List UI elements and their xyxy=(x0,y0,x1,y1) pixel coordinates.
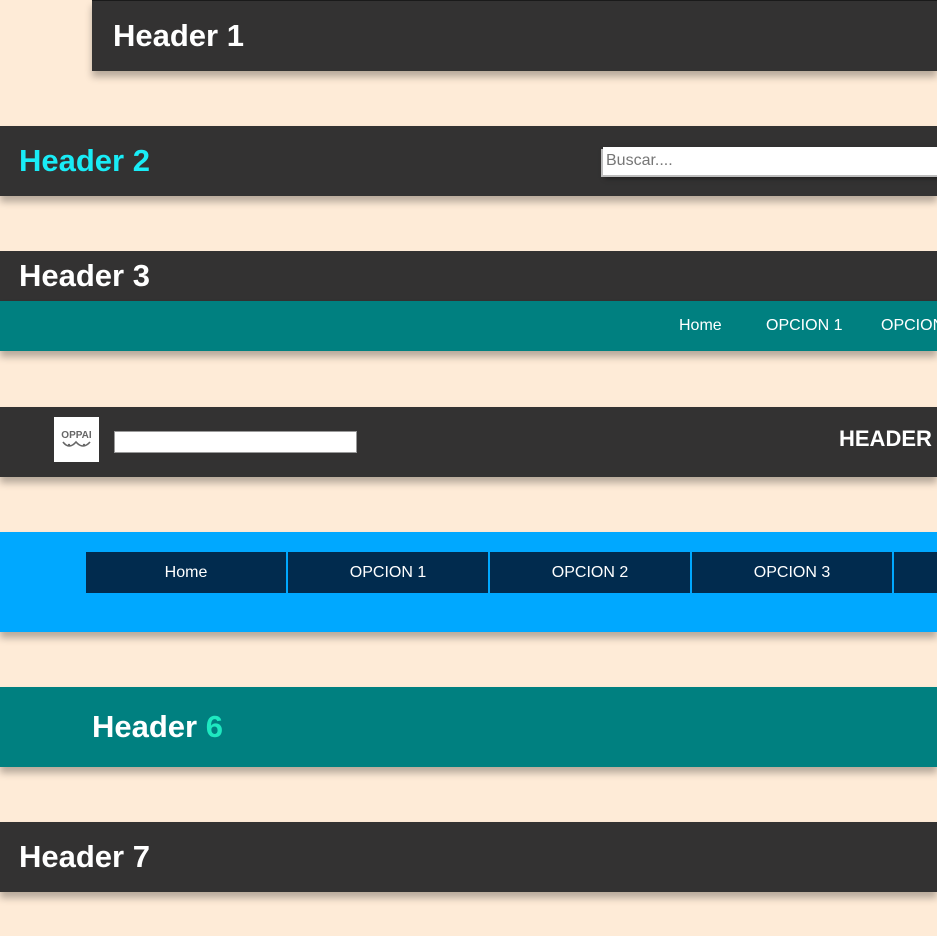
header-6-title-text: Header xyxy=(92,709,206,744)
header-4-title: HEADER 4 xyxy=(839,426,937,451)
nav-item-home[interactable]: Home xyxy=(86,552,288,593)
page: Header 1 Header 2 Header 3 Home OPCION 1… xyxy=(0,0,937,936)
nav-item-opcion-2[interactable]: OPCION 2 xyxy=(490,552,692,593)
search-input[interactable] xyxy=(603,147,937,175)
header-1: Header 1 xyxy=(92,0,937,71)
header-3-nav: Home OPCION 1 OPCION 2 xyxy=(0,301,937,351)
header-4: OPPAI HEADER 4 xyxy=(0,407,937,477)
nav-item-opcion-2[interactable]: OPCION 2 xyxy=(881,301,937,351)
header-3: Header 3 xyxy=(0,251,937,301)
logo-image: OPPAI xyxy=(61,430,92,447)
header-5: Home OPCION 1 OPCION 2 OPCION 3 xyxy=(0,532,937,632)
header-7-title: Header 7 xyxy=(19,839,150,874)
header-5-nav: Home OPCION 1 OPCION 2 OPCION 3 xyxy=(86,552,937,593)
logo-text: OPPAI xyxy=(61,430,92,441)
header-2-title: Header 2 xyxy=(19,143,150,178)
header-4-input[interactable] xyxy=(114,431,357,453)
header-6-title: Header 6 xyxy=(92,709,223,745)
nav-item-opcion-1[interactable]: OPCION 1 xyxy=(288,552,490,593)
nav-item-overflow[interactable] xyxy=(894,552,937,593)
nav-item-opcion-1[interactable]: OPCION 1 xyxy=(766,301,842,351)
header-3-title: Header 3 xyxy=(19,258,150,293)
header-7: Header 7 xyxy=(0,822,937,892)
logo[interactable]: OPPAI xyxy=(54,417,99,462)
header-6: Header 6 xyxy=(0,687,937,767)
header-1-title: Header 1 xyxy=(113,18,244,53)
header-2: Header 2 xyxy=(0,126,937,196)
nav-item-opcion-3[interactable]: OPCION 3 xyxy=(692,552,894,593)
header-6-title-accent: 6 xyxy=(205,709,223,744)
nav-item-home[interactable]: Home xyxy=(679,301,722,351)
